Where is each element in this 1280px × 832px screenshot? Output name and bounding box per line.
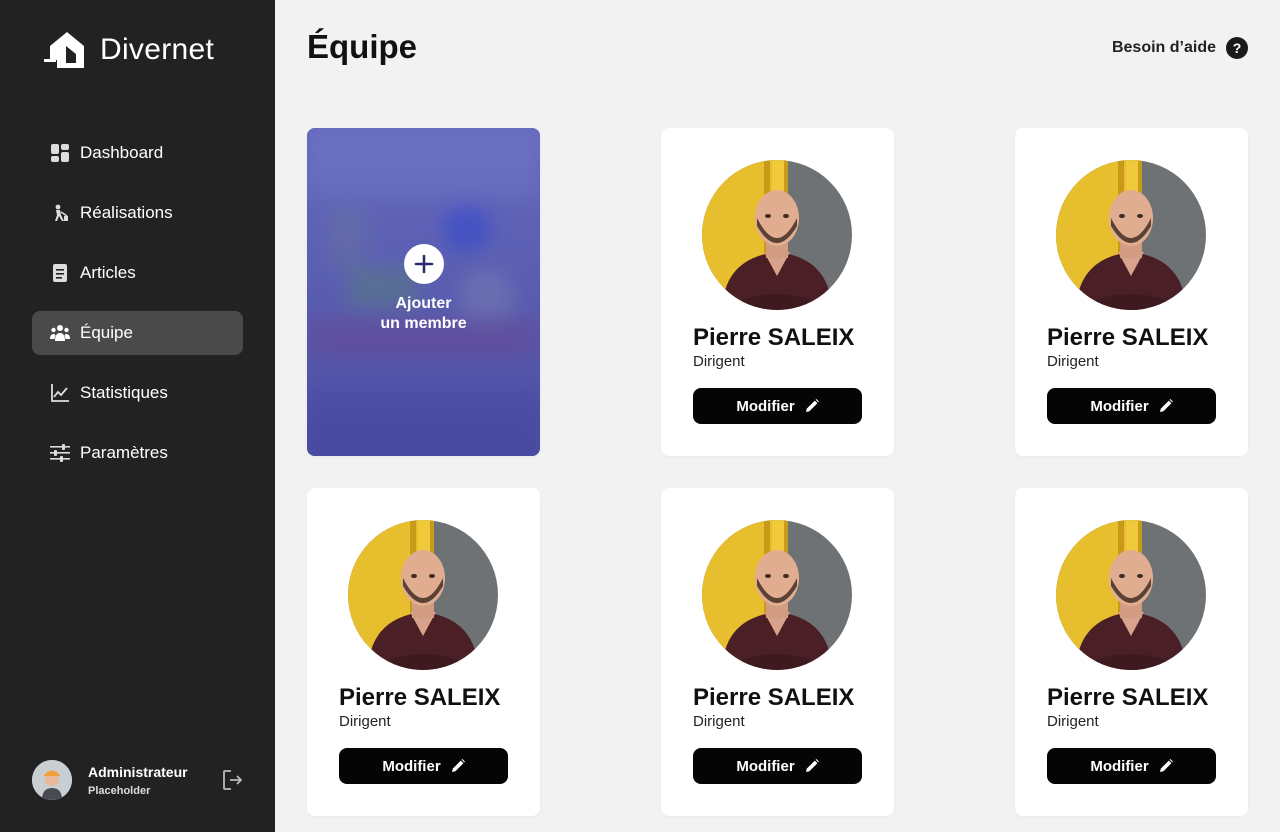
member-role: Dirigent	[1047, 353, 1099, 370]
worker-icon	[50, 203, 70, 223]
house-logo-icon	[44, 32, 84, 68]
add-member-line2: un membre	[380, 315, 467, 332]
edit-member-button[interactable]: Modifier	[1047, 748, 1216, 784]
page-title: Équipe	[307, 28, 418, 65]
edit-button-label: Modifier	[736, 397, 795, 415]
sidebar-nav: Dashboard Réalisations Articles Équipe S…	[32, 131, 243, 491]
team-icon	[50, 323, 70, 343]
member-photo	[348, 520, 498, 670]
edit-member-button[interactable]: Modifier	[339, 748, 508, 784]
sidebar-item-statistiques[interactable]: Statistiques	[32, 371, 243, 415]
member-role: Dirigent	[693, 713, 745, 730]
add-member-label: Ajouter un membre	[307, 294, 540, 334]
member-photo	[702, 160, 852, 310]
help-label: Besoin d’aide	[1111, 39, 1216, 56]
profile-role: Placeholder	[88, 784, 151, 797]
plus-icon[interactable]	[403, 244, 444, 284]
sidebar-item-label: Articles	[80, 263, 136, 282]
add-member-content: Ajouter un membre	[307, 244, 540, 334]
member-name: Pierre SALEIX	[693, 684, 855, 711]
member-photo	[1056, 520, 1206, 670]
pencil-icon	[1159, 399, 1173, 412]
profile-text: Administrateur Placeholder	[88, 764, 188, 797]
avatar[interactable]	[32, 760, 72, 800]
logout-icon[interactable]	[222, 769, 244, 791]
chart-line-icon	[50, 383, 70, 403]
member-role: Dirigent	[1047, 713, 1099, 730]
member-card: Pierre SALEIX Dirigent Modifier	[661, 488, 894, 816]
sidebar-item-label: Paramètres	[80, 443, 168, 462]
edit-member-button[interactable]: Modifier	[693, 748, 862, 784]
member-name: Pierre SALEIX	[1047, 684, 1209, 711]
edit-button-label: Modifier	[736, 757, 795, 775]
sliders-icon	[50, 443, 70, 463]
add-member-line1: Ajouter	[395, 295, 452, 312]
sidebar-item-equipe[interactable]: Équipe	[32, 311, 243, 355]
edit-button-label: Modifier	[1090, 757, 1149, 775]
member-photo	[1056, 160, 1206, 310]
pencil-icon	[1159, 759, 1173, 772]
pencil-icon	[451, 759, 465, 772]
edit-button-label: Modifier	[1090, 397, 1149, 415]
sidebar-item-label: Réalisations	[80, 203, 173, 222]
member-name: Pierre SALEIX	[339, 684, 501, 711]
member-card: Pierre SALEIX Dirigent Modifier	[661, 128, 894, 456]
help-icon: ?	[1226, 37, 1248, 59]
member-name: Pierre SALEIX	[693, 324, 855, 351]
member-photo	[702, 520, 852, 670]
profile-name: Administrateur	[88, 763, 188, 780]
add-member-card[interactable]: Ajouter un membre	[307, 128, 540, 456]
member-card: Pierre SALEIX Dirigent Modifier	[1015, 128, 1248, 456]
edit-member-button[interactable]: Modifier	[693, 388, 862, 424]
member-card: Pierre SALEIX Dirigent Modifier	[307, 488, 540, 816]
edit-member-button[interactable]: Modifier	[1047, 388, 1216, 424]
sidebar-item-label: Équipe	[80, 323, 133, 342]
brand[interactable]: Divernet	[44, 30, 214, 70]
sidebar-item-realisations[interactable]: Réalisations	[32, 191, 243, 235]
dashboard-icon	[50, 143, 70, 163]
pencil-icon	[805, 399, 819, 412]
brand-name: Divernet	[100, 33, 215, 66]
sidebar-item-parametres[interactable]: Paramètres	[32, 431, 243, 475]
document-icon	[50, 263, 70, 283]
sidebar-item-dashboard[interactable]: Dashboard	[32, 131, 243, 175]
help-link[interactable]: Besoin d’aide ?	[1112, 37, 1248, 59]
member-card: Pierre SALEIX Dirigent Modifier	[1015, 488, 1248, 816]
user-profile: Administrateur Placeholder	[32, 760, 244, 800]
sidebar-item-label: Statistiques	[80, 383, 168, 402]
member-role: Dirigent	[339, 713, 391, 730]
sidebar: Divernet Dashboard Réalisations Articles…	[0, 0, 275, 832]
edit-button-label: Modifier	[382, 757, 441, 775]
member-name: Pierre SALEIX	[1047, 324, 1209, 351]
pencil-icon	[805, 759, 819, 772]
member-role: Dirigent	[693, 353, 745, 370]
sidebar-item-articles[interactable]: Articles	[32, 251, 243, 295]
user-avatar-icon	[32, 760, 72, 800]
sidebar-item-label: Dashboard	[80, 143, 164, 162]
